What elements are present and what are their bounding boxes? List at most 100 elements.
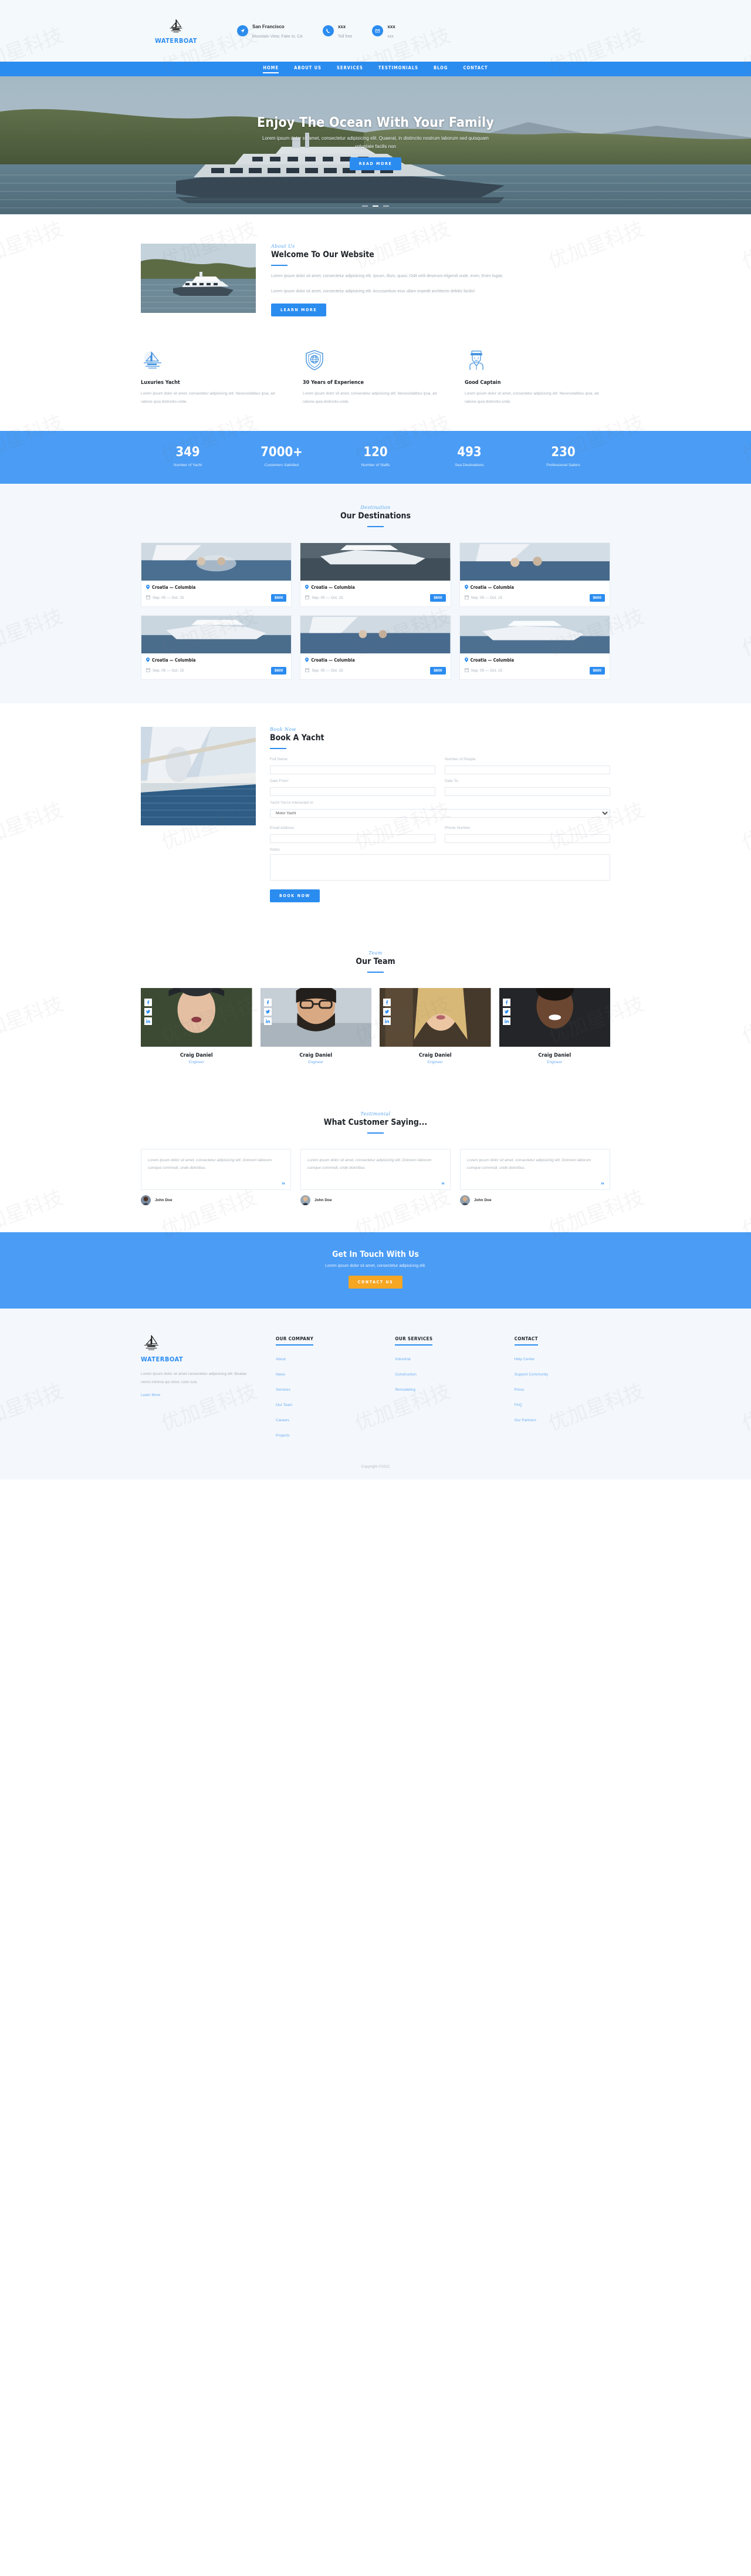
linkedin-icon[interactable]	[383, 1017, 391, 1025]
full-name-input[interactable]	[270, 765, 435, 774]
nav-item-testimonials[interactable]: TESTIMONIALS	[378, 65, 418, 72]
team-title: Our Team	[356, 956, 395, 966]
nav-item-services[interactable]: SERVICES	[337, 65, 363, 72]
testimonial-card: Lorem ipsum dolor sit amet, consectetur …	[460, 1148, 610, 1205]
date-to-input[interactable]	[445, 787, 610, 796]
label-date-to: Date To:	[445, 778, 459, 783]
testimonial-card: Lorem ipsum dolor sit amet, consectetur …	[141, 1148, 291, 1205]
destination-price[interactable]: $600	[589, 594, 605, 602]
date-from-input[interactable]	[270, 787, 435, 796]
destination-place-text: Croatia — Columbia	[152, 658, 196, 663]
footer-learn-more-link[interactable]: Learn More	[141, 1393, 160, 1397]
book-now-button[interactable]: BOOK NOW	[270, 889, 320, 902]
facebook-icon[interactable]	[263, 998, 272, 1006]
number-of-people-input[interactable]	[445, 765, 610, 774]
yacht-interest-select[interactable]: Motor YachtSailing YachtCatamaran	[270, 808, 610, 818]
email-input[interactable]	[270, 834, 435, 843]
team-member-card[interactable]: Craig Daniel Engineer	[499, 987, 610, 1064]
team-member-card[interactable]: Craig Daniel Engineer	[380, 987, 491, 1064]
hero-dot-2[interactable]	[373, 205, 378, 207]
quote-icon: „	[601, 1176, 604, 1185]
team-social-links[interactable]	[263, 998, 272, 1025]
testimonials-rule	[367, 1132, 384, 1134]
footer-link[interactable]: Support Community	[515, 1373, 548, 1377]
team-member-card[interactable]: Craig Daniel Engineer	[260, 987, 371, 1064]
footer-link[interactable]: Industrial	[395, 1357, 410, 1361]
notes-textarea[interactable]	[270, 854, 610, 881]
footer-link-item: Projects	[276, 1429, 371, 1438]
team-social-links[interactable]	[383, 998, 391, 1025]
destination-card[interactable]: Croatia — Columbia Sep. 05 — Oct. 15 $600	[300, 542, 451, 607]
facebook-icon[interactable]	[144, 998, 152, 1006]
footer-link[interactable]: About	[276, 1357, 286, 1361]
footer-link-item: Services	[276, 1384, 371, 1392]
feature-title-2: Good Captain	[465, 380, 501, 386]
linkedin-icon[interactable]	[263, 1017, 272, 1025]
about-rule	[271, 265, 287, 266]
linkedin-icon[interactable]	[502, 1017, 510, 1025]
destination-dates: Sep. 05 — Oct. 15	[146, 595, 184, 601]
footer-link[interactable]: FAQ	[515, 1403, 522, 1407]
team-member-card[interactable]: Craig Daniel Engineer	[141, 987, 252, 1064]
team-member-name: Craig Daniel	[538, 1052, 571, 1058]
twitter-icon[interactable]	[502, 1007, 510, 1016]
footer-link[interactable]: Remodeling	[395, 1388, 415, 1392]
hero-read-more-button[interactable]: READ MORE	[349, 157, 402, 170]
contact-us-button[interactable]: CONTACT US	[348, 1275, 403, 1289]
label-phone: Phone Number	[445, 825, 471, 830]
team-member-name: Craig Daniel	[299, 1052, 333, 1058]
footer-link[interactable]: Press	[515, 1388, 525, 1392]
brand-logo-block[interactable]: WATERBOAT	[141, 18, 211, 45]
info-item-email[interactable]: xxx xxx	[372, 21, 395, 41]
footer-link[interactable]: Help Center	[515, 1357, 535, 1361]
footer-link[interactable]: Our Team	[276, 1403, 292, 1407]
destination-card[interactable]: Croatia — Columbia Sep. 05 — Oct. 15 $600	[459, 615, 610, 680]
footer-link[interactable]: News	[276, 1373, 285, 1377]
destination-price[interactable]: $600	[270, 666, 287, 675]
destination-price[interactable]: $600	[430, 666, 446, 675]
info-item-phone[interactable]: xxx Toll free	[322, 21, 352, 41]
destination-card[interactable]: Croatia — Columbia Sep. 05 — Oct. 15 $600	[459, 542, 610, 607]
footer-link[interactable]: Careers	[276, 1418, 289, 1422]
twitter-icon[interactable]	[144, 1007, 152, 1016]
twitter-icon[interactable]	[263, 1007, 272, 1016]
destination-card[interactable]: Croatia — Columbia Sep. 05 — Oct. 15 $600	[141, 542, 292, 607]
team-member-name: Craig Daniel	[418, 1052, 452, 1058]
cta-section: Get In Touch With Us Lorem ipsum dolor s…	[0, 1232, 751, 1309]
team-social-links[interactable]	[502, 998, 510, 1025]
info-item-location[interactable]: San Francisco Mountain View, Fake st, CA	[237, 21, 303, 41]
destination-image	[141, 615, 292, 653]
phone-input[interactable]	[445, 834, 610, 843]
footer-link[interactable]: Services	[276, 1388, 290, 1392]
destination-price[interactable]: $600	[430, 594, 446, 602]
facebook-icon[interactable]	[383, 998, 391, 1006]
hero-slider-dots[interactable]	[0, 200, 751, 208]
features-section: Luxuries Yacht Lorem ipsum dolor sit ame…	[0, 340, 751, 431]
footer-link-item: Our Team	[276, 1399, 371, 1408]
footer-link[interactable]: Construction	[395, 1373, 417, 1377]
contact-info-list: San Francisco Mountain View, Fake st, CA…	[237, 21, 395, 41]
nav-item-about-us[interactable]: ABOUT US	[294, 65, 322, 72]
nav-item-contact[interactable]: CONTACT	[463, 65, 488, 72]
about-learn-more-button[interactable]: LEARN MORE	[271, 304, 327, 317]
footer-link[interactable]: Projects	[276, 1434, 289, 1438]
nav-item-blog[interactable]: BLOG	[434, 65, 448, 72]
team-social-links[interactable]	[144, 998, 152, 1025]
hero-dot-3[interactable]	[383, 205, 389, 207]
destination-price[interactable]: $600	[270, 594, 287, 602]
footer-column-contact: CONTACT Help Center Support Community Pres…	[514, 1333, 610, 1445]
facebook-icon[interactable]	[502, 998, 510, 1006]
destination-image	[459, 615, 610, 653]
hero-dot-1[interactable]	[362, 205, 368, 207]
destination-dates: Sep. 05 — Oct. 15	[464, 667, 502, 673]
footer-link[interactable]: Our Partners	[515, 1418, 536, 1422]
nav-item-home[interactable]: HOME	[263, 65, 279, 73]
destination-price[interactable]: $600	[589, 666, 605, 675]
feature-card-luxuries-yacht: Luxuries Yacht Lorem ipsum dolor sit ame…	[141, 348, 286, 406]
linkedin-icon[interactable]	[144, 1017, 152, 1025]
destination-card[interactable]: Croatia — Columbia Sep. 05 — Oct. 15 $600	[300, 615, 451, 680]
location-pin-icon	[464, 657, 468, 663]
destination-card[interactable]: Croatia — Columbia Sep. 05 — Oct. 15 $600	[141, 615, 292, 680]
twitter-icon[interactable]	[383, 1007, 391, 1016]
main-navigation[interactable]: HOME ABOUT US SERVICES TESTIMONIALS BLOG…	[0, 62, 751, 76]
